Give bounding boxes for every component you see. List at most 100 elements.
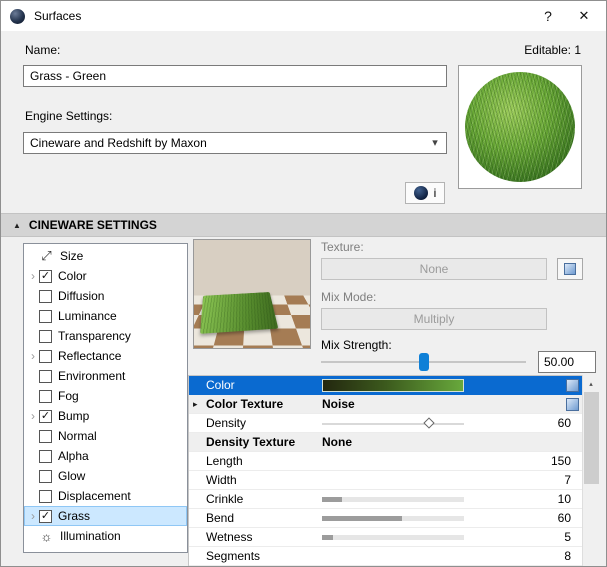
channel-icon: ☼: [39, 529, 54, 544]
collapse-arrow-icon[interactable]: ▲: [13, 221, 21, 230]
texture-menu-button[interactable]: [557, 258, 583, 280]
surface-name-input[interactable]: [23, 65, 447, 87]
channel-tree-item[interactable]: Environment: [24, 366, 187, 386]
channel-tree-item[interactable]: ⤢ Size: [24, 246, 187, 266]
channel-checkbox[interactable]: [39, 330, 52, 343]
property-scrollbar[interactable]: ▴: [582, 375, 599, 567]
mix-mode-button[interactable]: Multiply: [321, 308, 547, 330]
value-bar[interactable]: [322, 535, 464, 540]
property-row[interactable]: Density 60 60: [189, 414, 582, 433]
channel-checkbox[interactable]: ✓: [39, 510, 52, 523]
mix-strength-thumb[interactable]: [419, 353, 429, 371]
grass-preview-image: [465, 72, 575, 182]
channel-label: Reflectance: [58, 349, 121, 363]
mix-strength-input[interactable]: [538, 351, 596, 373]
expand-chevron-icon[interactable]: ›: [27, 270, 39, 282]
property-row[interactable]: Length 150 150: [189, 452, 582, 471]
value-bar-fill: [322, 516, 402, 521]
texture-channel-icon[interactable]: [566, 398, 579, 411]
channel-checkbox[interactable]: [39, 310, 52, 323]
channel-tree-item[interactable]: Diffusion: [24, 286, 187, 306]
channel-checkbox[interactable]: ✓: [39, 270, 52, 283]
property-row[interactable]: Segments 8 8: [189, 547, 582, 566]
value-bar-fill: [322, 535, 333, 540]
engine-settings-dropdown[interactable]: Cineware and Redshift by Maxon ▾: [23, 132, 447, 154]
scrollbar-thumb[interactable]: [584, 392, 599, 484]
grass-scene-preview: [193, 239, 311, 349]
property-value[interactable]: 7: [564, 473, 571, 487]
property-row[interactable]: Density Texture None None: [189, 433, 582, 452]
value-bar-fill: [322, 497, 342, 502]
property-label: Wetness: [206, 530, 252, 544]
channel-tree-item[interactable]: › ✓ Bump: [24, 406, 187, 426]
scroll-up-icon[interactable]: ▴: [583, 375, 599, 392]
property-row[interactable]: Wetness 5 5: [189, 528, 582, 547]
property-value[interactable]: 150: [551, 454, 571, 468]
channel-label: Normal: [58, 429, 97, 443]
engine-settings-label: Engine Settings:: [25, 109, 112, 123]
property-row[interactable]: Color: [189, 376, 582, 395]
channel-checkbox[interactable]: [39, 350, 52, 363]
property-label: Color: [206, 378, 235, 392]
slider-track[interactable]: [322, 423, 464, 425]
color-gradient-swatch[interactable]: [322, 379, 464, 392]
channel-tree-item[interactable]: Alpha: [24, 446, 187, 466]
property-label: Crinkle: [206, 492, 243, 506]
property-value[interactable]: 10: [558, 492, 571, 506]
channel-tree-item[interactable]: Displacement: [24, 486, 187, 506]
channel-tree-item[interactable]: › Reflectance: [24, 346, 187, 366]
section-title: CINEWARE SETTINGS: [29, 218, 157, 232]
channel-tree-item[interactable]: Fog: [24, 386, 187, 406]
property-value[interactable]: Noise: [322, 397, 355, 411]
close-button[interactable]: ✕: [566, 1, 602, 31]
channel-tree-item[interactable]: ☼ Illumination: [24, 526, 187, 546]
texture-channel-icon[interactable]: [566, 379, 579, 392]
channel-tree-item[interactable]: Normal: [24, 426, 187, 446]
property-value[interactable]: 8: [564, 549, 571, 563]
expand-chevron-icon[interactable]: ›: [27, 410, 39, 422]
channel-tree-item[interactable]: Transparency: [24, 326, 187, 346]
mix-strength-slider[interactable]: [321, 352, 526, 372]
channel-checkbox[interactable]: [39, 370, 52, 383]
channel-checkbox[interactable]: [39, 490, 52, 503]
property-row[interactable]: ▸ Color Texture Noise Noise: [189, 395, 582, 414]
cineware-settings-section-header[interactable]: ▲ CINEWARE SETTINGS: [1, 213, 607, 237]
title-bar: Surfaces ? ✕: [1, 1, 606, 31]
expand-chevron-icon[interactable]: ›: [27, 510, 39, 522]
property-label: Length: [206, 454, 243, 468]
channel-tree-item[interactable]: Glow: [24, 466, 187, 486]
channel-icon: ⤢: [39, 248, 54, 264]
prop-expand-chevron-icon[interactable]: ▸: [193, 399, 203, 410]
channel-label: Displacement: [58, 489, 131, 503]
property-value[interactable]: 60: [558, 511, 571, 525]
property-row[interactable]: Width 7 7: [189, 471, 582, 490]
property-label: Density: [206, 416, 246, 430]
channel-checkbox[interactable]: [39, 430, 52, 443]
channel-label: Diffusion: [58, 289, 104, 303]
property-value[interactable]: 60: [558, 416, 571, 430]
help-button[interactable]: ?: [530, 1, 566, 31]
texture-none-button[interactable]: None: [321, 258, 547, 280]
value-bar[interactable]: [322, 497, 464, 502]
slider-thumb[interactable]: [423, 417, 434, 428]
property-row[interactable]: Crinkle 10 10: [189, 490, 582, 509]
channel-checkbox[interactable]: ✓: [39, 410, 52, 423]
cineware-info-button[interactable]: i: [405, 182, 445, 204]
channel-checkbox[interactable]: [39, 290, 52, 303]
expand-chevron-icon[interactable]: ›: [27, 350, 39, 362]
channel-checkbox[interactable]: [39, 390, 52, 403]
mix-strength-label: Mix Strength:: [321, 338, 392, 352]
channel-tree-item[interactable]: › ✓ Grass: [24, 506, 187, 526]
channel-tree-item[interactable]: Luminance: [24, 306, 187, 326]
property-row[interactable]: Bend 60 60: [189, 509, 582, 528]
channel-checkbox[interactable]: [39, 450, 52, 463]
material-preview: [458, 65, 582, 189]
mix-mode-label: Mix Mode:: [321, 290, 376, 304]
diamond-slider[interactable]: [322, 414, 464, 433]
channel-tree-item[interactable]: › ✓ Color: [24, 266, 187, 286]
value-bar[interactable]: [322, 516, 464, 521]
channel-checkbox[interactable]: [39, 470, 52, 483]
dropdown-arrow-icon[interactable]: ▾: [424, 132, 446, 154]
property-value[interactable]: None: [322, 435, 352, 449]
property-value[interactable]: 5: [564, 530, 571, 544]
